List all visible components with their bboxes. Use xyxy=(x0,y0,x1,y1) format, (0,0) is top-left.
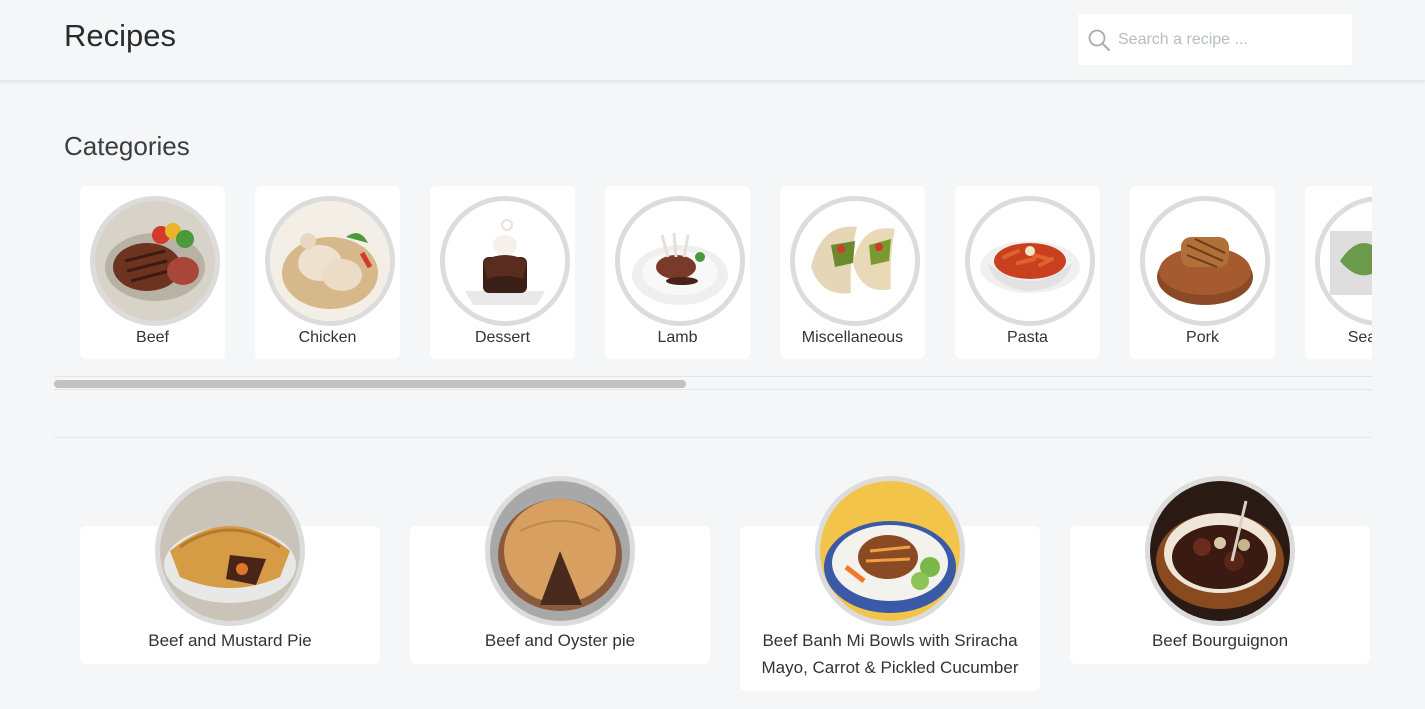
categories-scrollbar[interactable] xyxy=(54,376,1372,390)
search-input[interactable] xyxy=(1118,14,1344,65)
category-card-beef[interactable]: Beef xyxy=(80,186,225,359)
dessert-photo-icon xyxy=(440,196,570,326)
category-card-pork[interactable]: Pork xyxy=(1130,186,1275,359)
meal-card-beef-bourguignon[interactable]: Beef Bourguignon xyxy=(1070,476,1370,664)
category-card-chicken[interactable]: Chicken xyxy=(255,186,400,359)
category-label: Pork xyxy=(1186,329,1219,346)
rice-bowl-photo-icon xyxy=(815,476,965,626)
category-card-seafood[interactable]: Seafood xyxy=(1305,186,1372,359)
chicken-photo-icon xyxy=(265,196,395,326)
app-title: Recipes xyxy=(64,18,176,53)
pie-photo-icon xyxy=(155,476,305,626)
categories-heading: Categories xyxy=(64,131,190,161)
category-card-miscellaneous[interactable]: Miscellaneous xyxy=(780,186,925,359)
beef-photo-icon xyxy=(90,196,220,326)
category-card-pasta[interactable]: Pasta xyxy=(955,186,1100,359)
search-box[interactable] xyxy=(1078,14,1352,65)
seafood-photo-icon xyxy=(1315,196,1372,326)
scrollbar-thumb[interactable] xyxy=(54,380,686,388)
category-label: Chicken xyxy=(298,329,357,346)
category-label: Dessert xyxy=(474,329,531,346)
section-divider xyxy=(54,437,1372,438)
meal-card-beef-and-mustard-pie[interactable]: Beef and Mustard Pie xyxy=(80,476,380,664)
pasta-photo-icon xyxy=(965,196,1095,326)
category-label: Miscellaneous xyxy=(801,329,904,346)
categories-carousel[interactable]: Beef Chicken Dessert Lamb Miscellaneous xyxy=(54,176,1372,376)
categories-track: Beef Chicken Dessert Lamb Miscellaneous xyxy=(80,186,1372,359)
category-label: Beef xyxy=(136,329,169,346)
category-label: Pasta xyxy=(1007,329,1048,346)
meal-card-beef-and-oyster-pie[interactable]: Beef and Oyster pie xyxy=(410,476,710,664)
search-icon xyxy=(1088,29,1110,51)
meal-card-beef-banh-mi-bowls[interactable]: Beef Banh Mi Bowls with Sriracha Mayo, C… xyxy=(740,476,1040,691)
stew-photo-icon xyxy=(1145,476,1295,626)
lamb-photo-icon xyxy=(615,196,745,326)
pork-photo-icon xyxy=(1140,196,1270,326)
pie-slice-photo-icon xyxy=(485,476,635,626)
category-label: Seafood xyxy=(1347,329,1372,346)
category-card-lamb[interactable]: Lamb xyxy=(605,186,750,359)
tacos-photo-icon xyxy=(790,196,920,326)
category-card-dessert[interactable]: Dessert xyxy=(430,186,575,359)
category-label: Lamb xyxy=(657,329,698,346)
app-header: Recipes xyxy=(0,0,1425,81)
